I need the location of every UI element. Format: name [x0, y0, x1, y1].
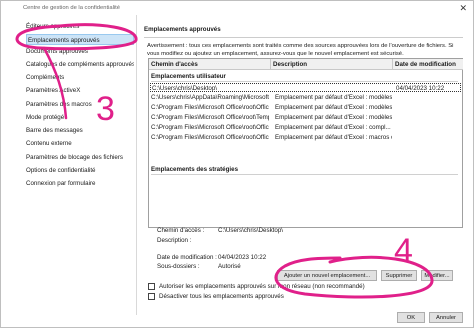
section-title: Emplacements approuvés [144, 26, 221, 33]
sidebar-item-trusted-publishers[interactable]: Éditeurs approuvés [26, 21, 134, 32]
table-row[interactable]: C:\Program Files\Microsoft Office\root\O… [150, 133, 461, 142]
sidebar-item-trusted-locations[interactable]: Emplacements approuvés [26, 34, 134, 45]
sidebar-item-form-signin[interactable]: Connexion par formulaire [26, 178, 134, 189]
sidebar-item-privacy-options[interactable]: Options de confidentialité [26, 165, 134, 176]
disable-all-label: Désactiver tous les emplacements approuv… [159, 293, 284, 300]
sidebar-item-external-content[interactable]: Contenu externe [26, 138, 134, 149]
row-path: C:\Users\chris\Desktop\ [152, 85, 217, 92]
detail-subfolders-value: Autorisé [218, 263, 241, 270]
main-panel: Emplacements approuvés Avertissement : t… [141, 15, 471, 325]
title-bar: Centre de gestion de la confidentialité … [1, 1, 473, 15]
row-description: Emplacement par défaut d'Excel : modèles… [275, 104, 392, 111]
detail-date-value: 04/04/2023 10:22 [218, 254, 267, 261]
sidebar-item-file-block[interactable]: Paramètres de blocage des fichiers [26, 152, 134, 163]
row-description: Emplacement par défaut d'Excel : compl..… [275, 124, 391, 131]
column-header-description[interactable]: Description [271, 59, 393, 70]
table-row[interactable]: C:\Users\chris\Desktop\ 04/04/2023 10:22 [150, 83, 461, 92]
table-row[interactable]: C:\Program Files\Microsoft Office\root\T… [150, 113, 461, 122]
row-path: C:\Program Files\Microsoft Office\root\O… [151, 104, 269, 111]
ok-button[interactable]: OK [397, 312, 425, 323]
sidebar-item-addins[interactable]: Compléments [26, 72, 134, 83]
group-policy-locations: Emplacements des stratégies [151, 166, 239, 173]
locations-table: Chemin d'accès Description Date de modif… [148, 58, 463, 228]
row-path: C:\Program Files\Microsoft Office\root\O… [151, 124, 269, 131]
column-header-path[interactable]: Chemin d'accès [149, 59, 271, 70]
row-description: Emplacement par défaut d'Excel : modèles [275, 114, 392, 121]
row-path: C:\Users\chris\AppData\Roaming\Microsoft… [151, 94, 269, 101]
section-divider [144, 37, 463, 38]
sidebar: Éditeurs approuvés Emplacements approuvé… [22, 15, 137, 315]
sidebar-item-activex[interactable]: Paramètres ActiveX [26, 85, 134, 96]
sidebar-item-macros[interactable]: Paramètres des macros [26, 99, 134, 110]
group-user-locations: Emplacements utilisateur [151, 73, 226, 80]
detail-path-value: C:\Users\chris\Desktop\ [218, 227, 283, 234]
column-header-date[interactable]: Date de modification [393, 59, 463, 70]
row-path: C:\Program Files\Microsoft Office\root\T… [151, 114, 269, 121]
disable-all-checkbox[interactable] [148, 293, 155, 300]
table-row[interactable]: C:\Users\chris\AppData\Roaming\Microsoft… [150, 93, 461, 102]
group-divider [151, 174, 458, 175]
warning-text: Avertissement : tous ces emplacements so… [147, 43, 454, 57]
row-description: Emplacement par défaut d'Excel : macros … [275, 134, 392, 141]
modify-button[interactable]: Modifier... [421, 270, 453, 281]
trust-center-dialog: Centre de gestion de la confidentialité … [0, 0, 474, 328]
sidebar-item-protected-view[interactable]: Mode protégé [26, 112, 134, 123]
sidebar-item-trusted-documents[interactable]: Documents approuvés [26, 46, 134, 57]
table-row[interactable]: C:\Program Files\Microsoft Office\root\O… [150, 103, 461, 112]
allow-network-label: Autoriser les emplacements approuvés sur… [159, 283, 365, 290]
window-title: Centre de gestion de la confidentialité [23, 5, 121, 11]
close-icon[interactable]: ✕ [459, 3, 467, 14]
row-description: Emplacement par défaut d'Excel : modèles… [275, 94, 392, 101]
sidebar-item-message-bar[interactable]: Barre des messages [26, 125, 134, 136]
table-row[interactable]: C:\Program Files\Microsoft Office\root\O… [150, 123, 461, 132]
row-path: C:\Program Files\Microsoft Office\root\O… [151, 134, 269, 141]
add-location-button[interactable]: Ajouter un nouvel emplacement... [277, 270, 377, 281]
sidebar-item-addin-catalogs[interactable]: Catalogues de compléments approuvés [26, 59, 134, 70]
cancel-button[interactable]: Annuler [429, 312, 463, 323]
allow-network-checkbox[interactable] [148, 283, 155, 290]
row-date: 04/04/2023 10:22 [396, 85, 445, 92]
remove-button[interactable]: Supprimer [381, 270, 417, 281]
detail-description-label: Description : [157, 237, 192, 244]
group-divider [151, 81, 458, 82]
